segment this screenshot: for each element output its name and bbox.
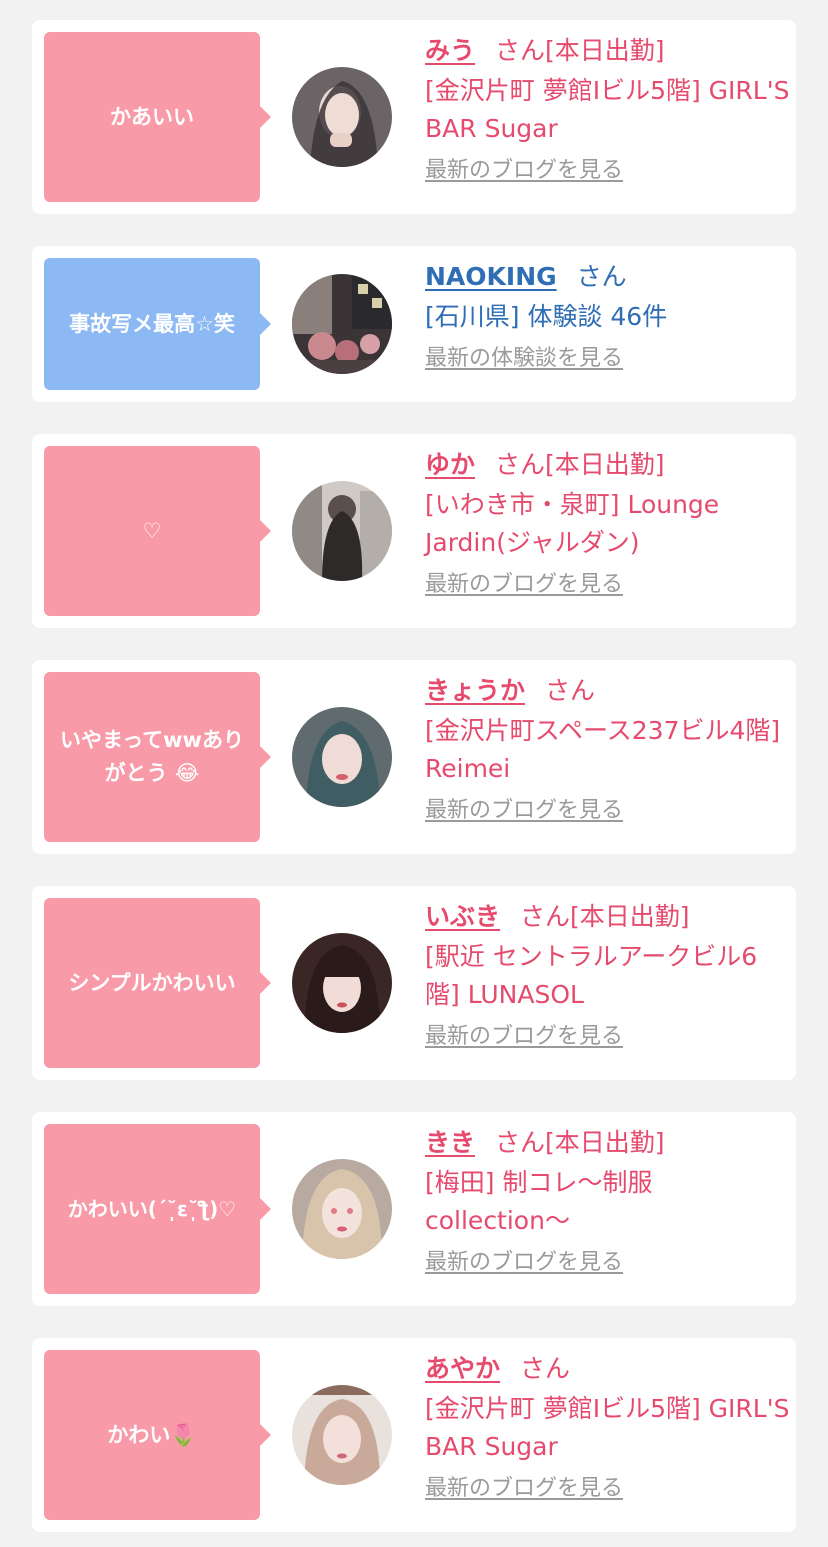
name-suffix: さん bbox=[520, 1354, 571, 1383]
info: きょうか さん [金沢片町スペース237ビル4階] Reimei 最新のブログを見… bbox=[425, 674, 790, 826]
name-line: ゆか さん[本日出勤] bbox=[425, 448, 790, 482]
latest-blog-link[interactable]: 最新のブログを見る bbox=[425, 156, 623, 186]
comment-bubble: かわい🌷 bbox=[44, 1350, 271, 1520]
avatar[interactable] bbox=[292, 1385, 392, 1485]
review-card: かわい🌷 あやか さん [金沢片町 夢館Ⅰビル5階] GIRL'S BAR Sug… bbox=[32, 1338, 796, 1532]
name-line: きき さん[本日出勤] bbox=[425, 1126, 790, 1160]
latest-review-link[interactable]: 最新の体験談を見る bbox=[425, 344, 623, 374]
comment-bubble: ♡ bbox=[44, 446, 271, 616]
latest-blog-link[interactable]: 最新のブログを見る bbox=[425, 1474, 623, 1504]
review-card: ♡ ゆか さん[本日出勤] [いわき市・泉町] Lounge Jardin(ジャル… bbox=[32, 434, 796, 628]
name-suffix: さん bbox=[545, 676, 596, 705]
latest-blog-link[interactable]: 最新のブログを見る bbox=[425, 570, 623, 600]
info: あやか さん [金沢片町 夢館Ⅰビル5階] GIRL'S BAR Sugar 最新… bbox=[425, 1352, 790, 1504]
name-line: いぶき さん[本日出勤] bbox=[425, 900, 790, 934]
info: みう さん[本日出勤] [金沢片町 夢館Ⅰビル5階] GIRL'S BAR Sug… bbox=[425, 34, 790, 186]
user-name-link[interactable]: ゆか bbox=[425, 450, 475, 479]
info: いぶき さん[本日出勤] [駅近 セントラルアークビル6階] LUNASOL 最新… bbox=[425, 900, 790, 1052]
shop-info: [いわき市・泉町] Lounge Jardin(ジャルダン) bbox=[425, 490, 720, 557]
info: きき さん[本日出勤] [梅田] 制コレ〜制服collection〜 最新のブログ… bbox=[425, 1126, 790, 1278]
comment-bubble: シンプルかわいい bbox=[44, 898, 271, 1068]
avatar[interactable] bbox=[292, 274, 392, 374]
avatar[interactable] bbox=[292, 707, 392, 807]
name-suffix: さん[本日出勤] bbox=[495, 36, 665, 65]
review-card: 事故写メ最高☆笑 NAOKING さん [石川県] 体験談 46件 最新の体験談を… bbox=[32, 246, 796, 402]
name-suffix: さん[本日出勤] bbox=[495, 450, 665, 479]
shop-info: [駅近 セントラルアークビル6階] LUNASOL bbox=[425, 942, 758, 1009]
avatar[interactable] bbox=[292, 67, 392, 167]
name-suffix: さん[本日出勤] bbox=[495, 1128, 665, 1157]
name-line: NAOKING さん bbox=[425, 260, 790, 294]
avatar[interactable] bbox=[292, 481, 392, 581]
name-line: あやか さん bbox=[425, 1352, 790, 1386]
name-line: きょうか さん bbox=[425, 674, 790, 708]
shop-info: [石川県] 体験談 46件 bbox=[425, 302, 668, 331]
name-suffix: さん bbox=[576, 262, 627, 291]
comment-bubble: いやまってwwありがとう 😂 bbox=[44, 672, 271, 842]
latest-blog-link[interactable]: 最新のブログを見る bbox=[425, 1022, 623, 1052]
user-name-link[interactable]: いぶき bbox=[425, 902, 500, 931]
user-name-link[interactable]: きょうか bbox=[425, 676, 525, 705]
comment-bubble: かあいい bbox=[44, 32, 271, 202]
info: ゆか さん[本日出勤] [いわき市・泉町] Lounge Jardin(ジャルダン… bbox=[425, 448, 790, 600]
shop-info: [金沢片町 夢館Ⅰビル5階] GIRL'S BAR Sugar bbox=[425, 76, 790, 143]
latest-blog-link[interactable]: 最新のブログを見る bbox=[425, 1248, 623, 1278]
name-suffix: さん[本日出勤] bbox=[520, 902, 690, 931]
shop-info: [梅田] 制コレ〜制服collection〜 bbox=[425, 1168, 653, 1235]
review-card: かあいい みう さん[本日出勤] [金沢片町 夢館Ⅰビル5階] GIRL'S BA… bbox=[32, 20, 796, 214]
avatar[interactable] bbox=[292, 1159, 392, 1259]
user-name-link[interactable]: あやか bbox=[425, 1354, 500, 1383]
comment-bubble: 事故写メ最高☆笑 bbox=[44, 258, 271, 390]
review-list: かあいい みう さん[本日出勤] [金沢片町 夢館Ⅰビル5階] GIRL'S BA… bbox=[0, 0, 828, 1547]
name-line: みう さん[本日出勤] bbox=[425, 34, 790, 68]
shop-info: [金沢片町スペース237ビル4階] Reimei bbox=[425, 716, 781, 783]
shop-info: [金沢片町 夢館Ⅰビル5階] GIRL'S BAR Sugar bbox=[425, 1394, 790, 1461]
latest-blog-link[interactable]: 最新のブログを見る bbox=[425, 796, 623, 826]
review-card: シンプルかわいい いぶき さん[本日出勤] [駅近 セントラルアークビル6階] L… bbox=[32, 886, 796, 1080]
avatar[interactable] bbox=[292, 933, 392, 1033]
comment-bubble: かわいい(´˘̩̩̩ε˘̩ƪ)♡ bbox=[44, 1124, 271, 1294]
user-name-link[interactable]: きき bbox=[425, 1128, 475, 1157]
user-name-link[interactable]: NAOKING bbox=[425, 262, 557, 291]
info: NAOKING さん [石川県] 体験談 46件 最新の体験談を見る bbox=[425, 260, 790, 374]
review-card: いやまってwwありがとう 😂 きょうか さん [金沢片町スペース237ビル4階] … bbox=[32, 660, 796, 854]
user-name-link[interactable]: みう bbox=[425, 36, 475, 65]
review-card: かわいい(´˘̩̩̩ε˘̩ƪ)♡ きき さん[本日出勤] [梅田] 制コレ〜制服c… bbox=[32, 1112, 796, 1306]
